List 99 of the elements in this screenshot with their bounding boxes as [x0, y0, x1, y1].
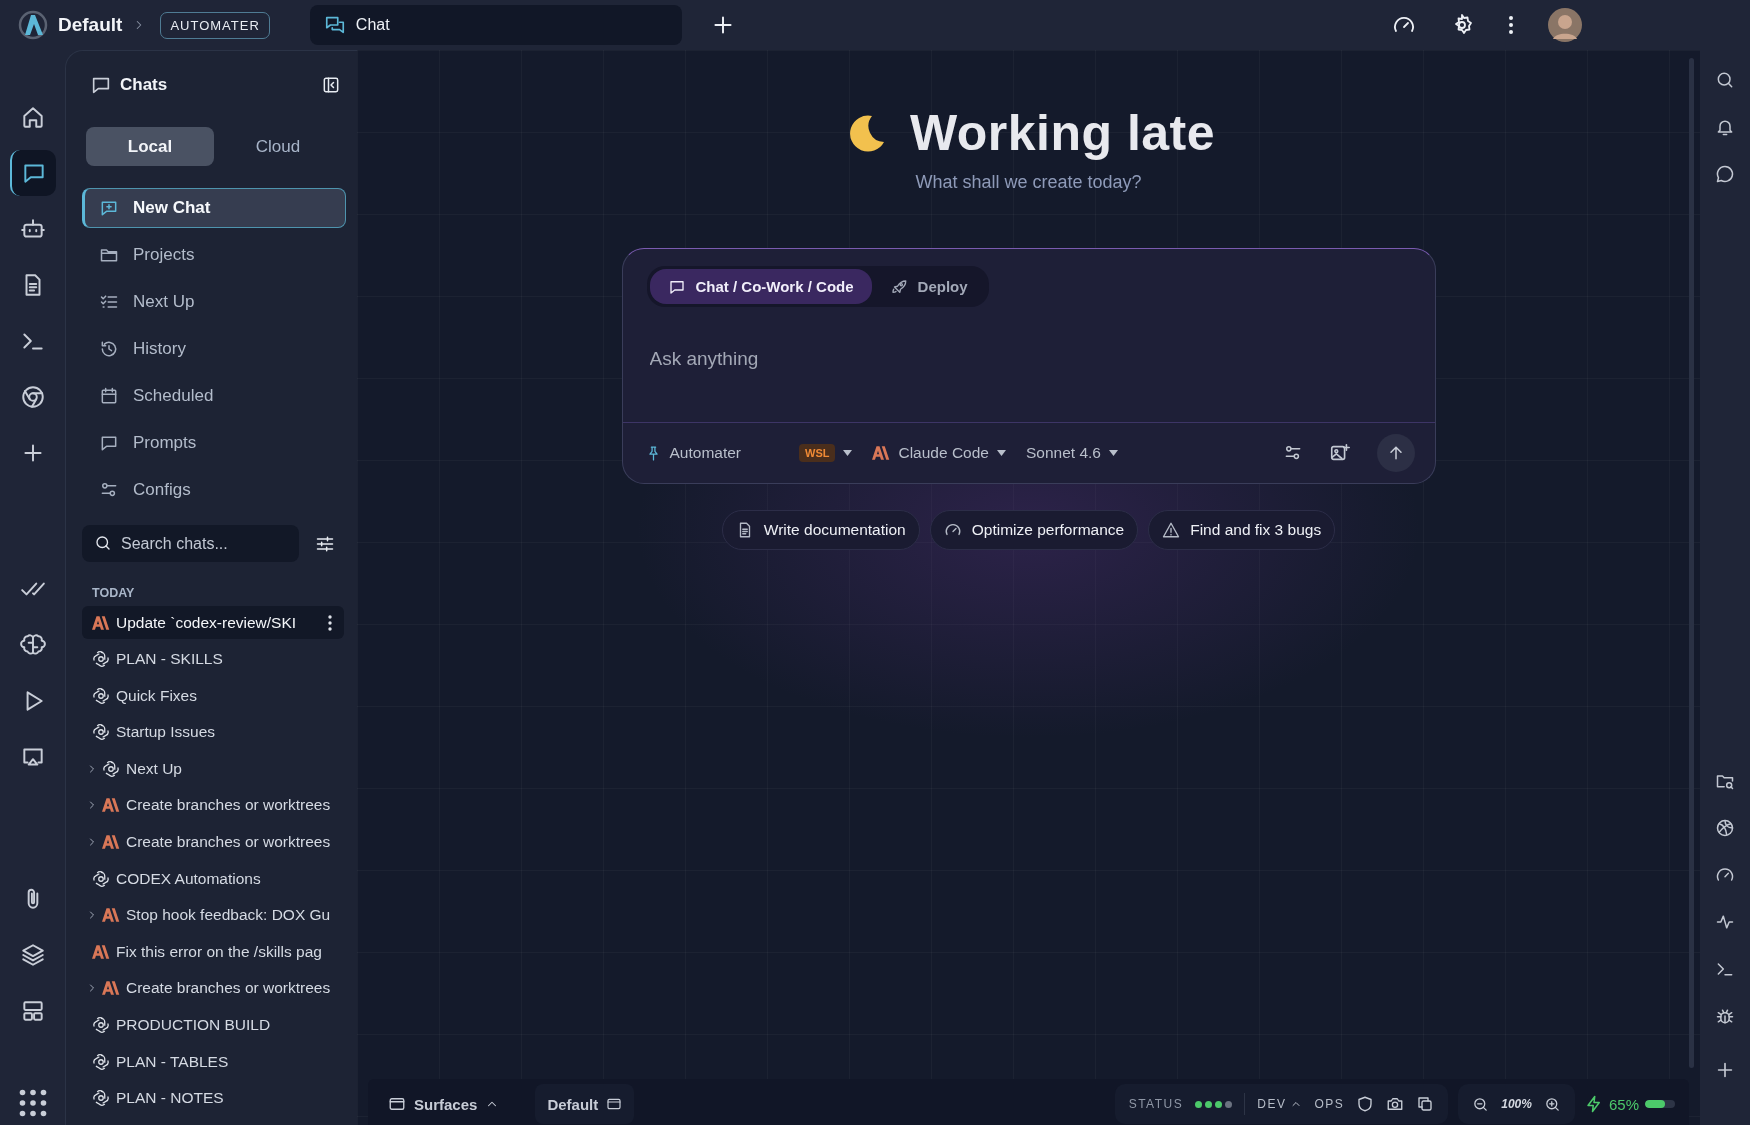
- section-label: TODAY: [92, 586, 136, 600]
- surfaces-button[interactable]: Surfaces: [376, 1084, 512, 1124]
- ops-button[interactable]: OPS: [1314, 1097, 1345, 1111]
- chat-item[interactable]: PLAN - SKILLS: [82, 642, 344, 676]
- nav-item[interactable]: Next Up: [82, 282, 346, 322]
- suggestion-chip[interactable]: Find and fix 3 bugs: [1148, 510, 1336, 550]
- knot-logo-icon: [92, 723, 110, 742]
- nav-item[interactable]: Scheduled: [82, 376, 346, 416]
- zoom-level: 100%: [1501, 1097, 1532, 1111]
- layout-button[interactable]: Default: [535, 1084, 635, 1124]
- camera-icon[interactable]: [1386, 1095, 1405, 1113]
- model-selector[interactable]: Sonnet 4.6: [1025, 444, 1101, 462]
- slash-logo-icon: [872, 446, 891, 460]
- panel-title: Chats: [120, 75, 168, 95]
- ball-icon[interactable]: [1715, 818, 1735, 838]
- agent-selector[interactable]: Claude Code: [872, 444, 989, 462]
- prompt-input[interactable]: Ask anything: [647, 333, 1392, 385]
- history-icon: [99, 339, 119, 359]
- chat-icon: [99, 433, 119, 453]
- message-icon[interactable]: [1715, 164, 1735, 184]
- collapse-panel-icon[interactable]: [321, 75, 341, 95]
- new-chat-icon: [99, 198, 119, 218]
- workspace-name[interactable]: Default: [58, 14, 123, 36]
- rail-button[interactable]: [9, 150, 56, 196]
- slash-logo-icon: [102, 981, 120, 996]
- search-field[interactable]: Search chats...: [82, 525, 299, 562]
- chat-item[interactable]: PRODUCTION BUILD: [82, 1008, 344, 1042]
- app-logo-icon: [18, 10, 48, 40]
- chat-tab[interactable]: Chat: [309, 5, 682, 45]
- window-icon: [388, 1095, 406, 1113]
- search-icon[interactable]: [1715, 70, 1735, 90]
- brain-icon: [19, 632, 46, 658]
- app-grid-icon: [18, 1089, 47, 1117]
- knot-logo-icon: [102, 759, 120, 778]
- dev-button[interactable]: DEV: [1257, 1097, 1303, 1111]
- nav-item[interactable]: Projects: [82, 235, 346, 275]
- scope-tab[interactable]: Local: [86, 127, 214, 166]
- battery-reading: 65%: [1608, 1095, 1639, 1113]
- knot-logo-icon: [92, 686, 110, 705]
- nav-item[interactable]: Configs: [82, 470, 346, 510]
- nav-item[interactable]: New Chat: [82, 188, 346, 228]
- mode-tab[interactable]: Chat / Co-Work / Code: [649, 269, 872, 304]
- more-icon[interactable]: [1508, 15, 1514, 35]
- chat-item[interactable]: Startup Issues: [82, 715, 344, 749]
- caret-icon[interactable]: [843, 450, 853, 456]
- copy-icon[interactable]: [1416, 1095, 1435, 1113]
- mode-tab[interactable]: Deploy: [871, 269, 986, 304]
- battery-meter: [1645, 1100, 1675, 1108]
- chat-item[interactable]: Create branches or worktrees: [82, 825, 344, 859]
- slash-logo-icon: [92, 944, 110, 959]
- chat-item[interactable]: Fix this error on the /skills pag: [82, 935, 344, 969]
- more-icon[interactable]: [328, 614, 332, 631]
- project-badge[interactable]: AUTOMATER: [160, 11, 270, 39]
- knot-logo-icon: [92, 1052, 110, 1071]
- warning-icon: [1162, 521, 1181, 539]
- chat-item[interactable]: Next Up: [82, 752, 344, 786]
- suggestion-chip[interactable]: Write documentation: [721, 510, 920, 550]
- chat-item[interactable]: CODEX Automations: [82, 862, 344, 896]
- calendar-icon: [99, 386, 119, 406]
- chats-icon: [323, 14, 346, 36]
- bug-icon[interactable]: [1715, 1006, 1735, 1026]
- rocket-icon: [889, 277, 908, 296]
- project-selector[interactable]: Automater: [644, 444, 741, 462]
- nav-item[interactable]: History: [82, 329, 346, 369]
- status-label: STATUS: [1128, 1097, 1184, 1111]
- slash-logo-icon: [102, 835, 120, 850]
- slash-logo-icon: [102, 908, 120, 923]
- chat-item[interactable]: PLAN - TABLES: [82, 1045, 344, 1079]
- env-badge[interactable]: WSL: [799, 444, 836, 462]
- bolt-icon: [1584, 1095, 1603, 1113]
- chat-item[interactable]: Quick Fixes: [82, 679, 344, 713]
- browser-icon: [19, 384, 46, 410]
- zoom-out-icon[interactable]: [1472, 1095, 1490, 1113]
- knot-logo-icon: [92, 1089, 110, 1108]
- shield-icon[interactable]: [1356, 1095, 1375, 1113]
- avatar[interactable]: [1548, 8, 1582, 42]
- hero-subtitle: What shall we create today?: [915, 172, 1142, 193]
- hero-title: Working late: [909, 104, 1216, 162]
- chat-item[interactable]: Update `codex-review/SKI: [82, 606, 344, 639]
- knot-logo-icon: [92, 869, 110, 888]
- pulse-icon[interactable]: [1715, 912, 1735, 932]
- send-button[interactable]: [1376, 434, 1415, 472]
- window-icon: [606, 1096, 623, 1112]
- chat-item[interactable]: Create branches or worktrees: [82, 788, 344, 822]
- zoom-in-icon[interactable]: [1543, 1095, 1561, 1113]
- slash-logo-icon: [92, 615, 110, 630]
- chat-item[interactable]: Create branches or worktrees: [82, 971, 344, 1005]
- layers-icon: [19, 942, 46, 968]
- scope-tab[interactable]: Cloud: [214, 127, 342, 166]
- caret-icon[interactable]: [996, 450, 1006, 456]
- caret-icon[interactable]: [1108, 450, 1118, 456]
- suggestion-chip[interactable]: Optimize performance: [929, 510, 1139, 550]
- chat-item[interactable]: PLAN - NOTES: [82, 1081, 344, 1115]
- nav-item[interactable]: Prompts: [82, 423, 346, 463]
- knot-logo-icon: [92, 650, 110, 669]
- knot-logo-icon: [92, 1016, 110, 1035]
- slash-logo-icon: [102, 798, 120, 813]
- scrollbar[interactable]: [1689, 58, 1694, 1068]
- chat-item[interactable]: Stop hook feedback: DOX Gu: [82, 898, 344, 932]
